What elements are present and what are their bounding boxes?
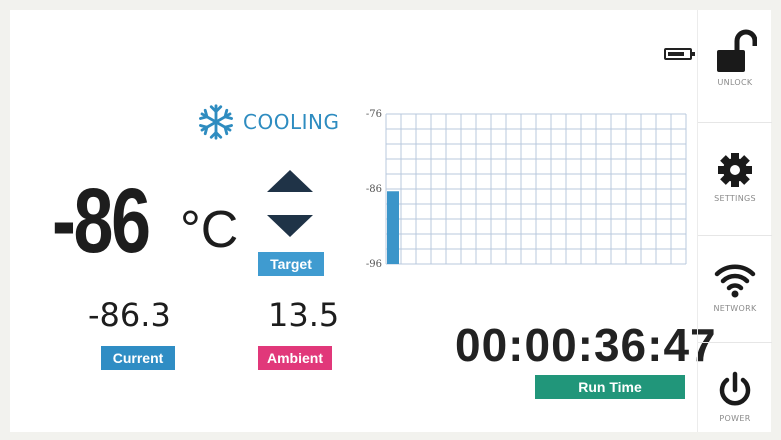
current-badge: Current	[101, 346, 175, 370]
temperature-chart: -76 -86 -96	[366, 109, 687, 270]
sidebar-divider	[698, 342, 772, 343]
power-icon	[719, 371, 751, 406]
settings-button[interactable]: SETTINGS	[698, 150, 772, 203]
current-temperature-value: -86.3	[88, 296, 171, 334]
power-button[interactable]: POWER	[698, 370, 772, 423]
network-button[interactable]: NETWORK	[698, 260, 772, 313]
chart-tick-label: -96	[366, 259, 382, 270]
power-label: POWER	[719, 414, 751, 423]
temperature-display: -86	[52, 170, 151, 272]
battery-icon	[664, 48, 695, 60]
sidebar: UNLOCK SETTINGS NETWORK POWER	[697, 10, 772, 432]
increase-target-button[interactable]	[267, 170, 313, 192]
wifi-icon	[714, 264, 756, 298]
chart-tick-label: -86	[366, 184, 382, 195]
gear-icon	[718, 153, 752, 187]
sidebar-divider	[698, 122, 772, 123]
temperature-unit: °C	[180, 201, 239, 259]
sidebar-divider	[698, 235, 772, 236]
chart-bar	[387, 191, 399, 264]
unlock-icon	[717, 29, 758, 72]
run-time-value: 00:00:36:47	[455, 319, 717, 371]
cooling-status: COOLING	[197, 103, 339, 141]
target-badge: Target	[258, 252, 324, 276]
chart-tick-label: -76	[366, 109, 382, 120]
ambient-temperature-value: 13.5	[268, 296, 340, 334]
network-label: NETWORK	[713, 304, 757, 313]
status-label: COOLING	[243, 110, 340, 134]
ambient-badge: Ambient	[258, 346, 332, 370]
unlock-button[interactable]: UNLOCK	[698, 28, 772, 87]
settings-label: SETTINGS	[714, 194, 756, 203]
decrease-target-button[interactable]	[267, 215, 313, 237]
snowflake-icon	[198, 104, 234, 140]
run-time-badge: Run Time	[535, 375, 685, 399]
unlock-label: UNLOCK	[717, 78, 753, 87]
